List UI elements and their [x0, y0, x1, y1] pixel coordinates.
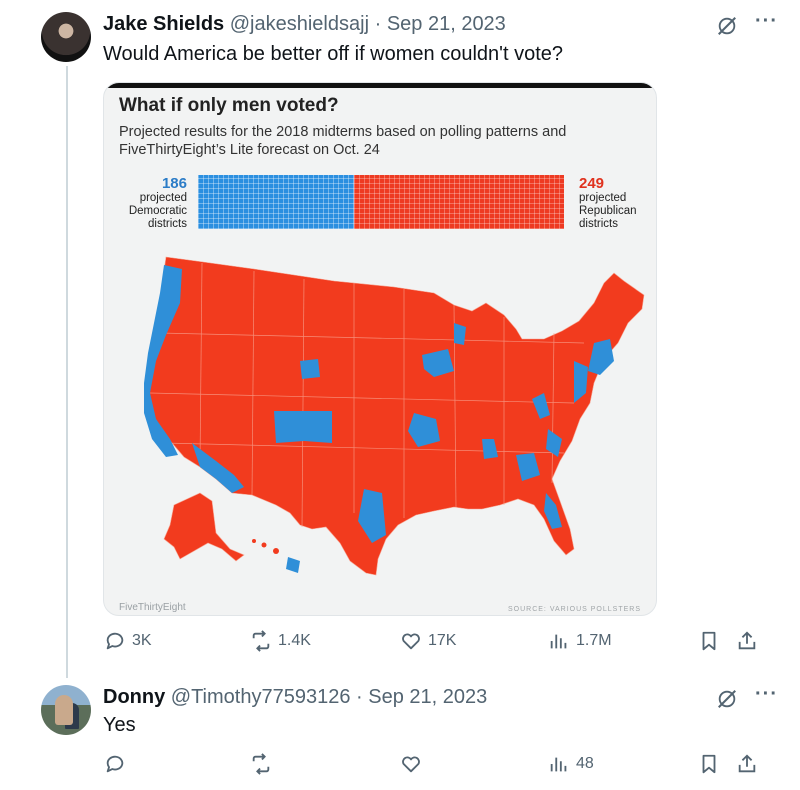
more-icon[interactable]: ···	[755, 10, 778, 33]
reply-count: 3K	[132, 632, 152, 649]
reply-header: Donny @Timothy77593126 · Sep 21, 2023	[103, 686, 487, 709]
author-handle[interactable]: @Timothy77593126	[171, 686, 351, 708]
tweet-text: Would America be better off if women cou…	[103, 43, 563, 65]
share-icon	[738, 754, 756, 773]
like-icon	[402, 756, 420, 773]
view-count: 1.7M	[576, 632, 612, 649]
image-source: SOURCE: VARIOUS POLLSTERS	[507, 606, 641, 613]
tweet-date[interactable]: Sep 21, 2023	[368, 686, 487, 708]
more-icon[interactable]: ···	[755, 683, 778, 706]
reply-button[interactable]: 3K	[104, 630, 152, 652]
tweet-actions: 3K 1.4K 17K 1.7M	[104, 630, 764, 658]
image-title: What if only men voted?	[119, 95, 339, 116]
thread-line	[66, 66, 68, 678]
bookmark-button[interactable]	[698, 753, 720, 775]
dem-label: projected Democratic districts	[128, 192, 187, 230]
reply-icon	[106, 632, 124, 650]
separator: ·	[374, 13, 382, 35]
us-district-map	[144, 256, 645, 576]
tweet-date[interactable]: Sep 21, 2023	[387, 13, 506, 35]
rep-label: projected Republican districts	[579, 192, 637, 230]
bookmark-icon	[702, 754, 716, 774]
reply-actions: 48	[104, 753, 764, 781]
bookmark-icon	[702, 631, 716, 651]
reply-button[interactable]	[104, 753, 126, 775]
image-credit: FiveThirtyEight	[119, 602, 186, 613]
share-button[interactable]	[736, 753, 758, 775]
bookmark-button[interactable]	[698, 630, 720, 652]
avatar[interactable]	[41, 12, 91, 62]
like-count: 17K	[428, 632, 457, 649]
repost-icon	[252, 630, 270, 652]
author-name[interactable]: Donny	[103, 686, 165, 708]
image-top-rule	[104, 83, 656, 88]
views-button[interactable]: 1.7M	[548, 630, 612, 652]
reply-text: Yes	[103, 714, 136, 736]
view-count: 48	[576, 755, 594, 772]
share-icon	[738, 631, 756, 650]
like-button[interactable]: 17K	[400, 630, 456, 652]
seat-bar	[198, 175, 564, 229]
tweet-header: Jake Shields @jakeshieldsajj · Sep 21, 2…	[103, 13, 506, 36]
tweet-image[interactable]: What if only men voted? Projected result…	[103, 82, 657, 616]
views-button[interactable]: 48	[548, 753, 594, 775]
like-button[interactable]	[400, 753, 422, 775]
dem-count: 186	[161, 175, 187, 192]
views-icon	[550, 757, 567, 772]
avatar[interactable]	[41, 685, 91, 735]
image-subtitle: Projected results for the 2018 midterms …	[119, 124, 567, 158]
map-alaska	[163, 492, 245, 562]
rep-seat-bar	[354, 175, 564, 229]
rep-count: 249	[579, 175, 605, 192]
grok-icon[interactable]	[716, 688, 738, 710]
grok-icon[interactable]	[716, 15, 738, 37]
reply-icon	[106, 755, 124, 773]
repost-icon	[252, 753, 270, 775]
share-button[interactable]	[736, 630, 758, 652]
author-name[interactable]: Jake Shields	[103, 13, 224, 35]
map-contiguous-us	[147, 256, 645, 576]
dem-seat-bar	[198, 175, 355, 229]
separator: ·	[356, 686, 363, 708]
repost-button[interactable]	[250, 753, 272, 775]
repost-button[interactable]: 1.4K	[250, 630, 311, 652]
map-hawaii	[252, 539, 300, 573]
author-handle[interactable]: @jakeshieldsajj	[230, 13, 369, 35]
views-icon	[550, 634, 567, 649]
like-icon	[402, 633, 420, 650]
repost-count: 1.4K	[278, 632, 311, 649]
